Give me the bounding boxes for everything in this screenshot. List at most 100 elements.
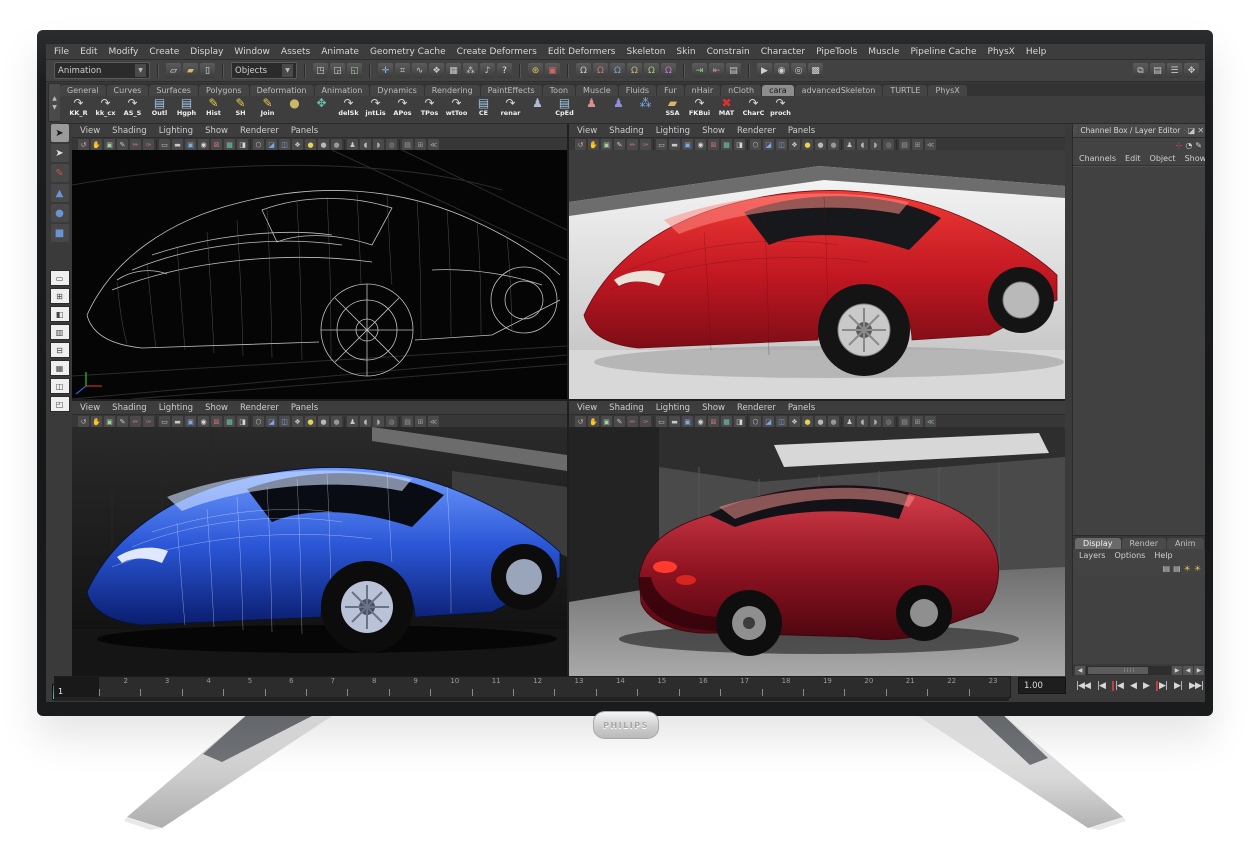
viewport-toolbar-icon[interactable]: ❖: [292, 139, 303, 150]
selection-mask-icon[interactable]: ∿: [412, 63, 427, 78]
snap-magnet-icon[interactable]: Ω: [644, 63, 659, 78]
viewport-toolbar-icon[interactable]: ▤: [899, 139, 910, 150]
shelf-button[interactable]: ✎ SH: [228, 96, 253, 117]
timeline-frame[interactable]: 22: [927, 677, 968, 697]
selection-mask-icon[interactable]: ✛: [378, 63, 393, 78]
viewport-toolbar-icon[interactable]: ▭: [656, 139, 667, 150]
shelf-button[interactable]: ↷ APos: [390, 96, 415, 117]
lock-icon[interactable]: ⊛: [528, 63, 543, 78]
timeline-frame[interactable]: 13: [554, 677, 595, 697]
shelf-tab[interactable]: Deformation: [249, 85, 314, 96]
layout-preset-button[interactable]: ◫: [49, 378, 70, 394]
viewport-toolbar-icon[interactable]: ✎: [614, 416, 625, 427]
viewport-menu-item[interactable]: Show: [205, 126, 228, 136]
viewport-toolbar-icon[interactable]: ▤: [899, 416, 910, 427]
viewport-toolbar-icon[interactable]: ▣: [682, 416, 693, 427]
layout-preset-button[interactable]: ◰: [49, 396, 70, 412]
editor-toggle-icon[interactable]: ⧉: [1133, 63, 1148, 78]
viewport-toolbar-icon[interactable]: ❖: [292, 416, 303, 427]
viewport-toolbar-icon[interactable]: ✋: [588, 139, 599, 150]
shelf-tab[interactable]: Dynamics: [370, 85, 424, 96]
viewport-toolbar-icon[interactable]: ⊞: [415, 416, 426, 427]
menu-item[interactable]: Character: [761, 47, 805, 57]
viewport-toolbar-icon[interactable]: ⬡: [253, 416, 264, 427]
shelf-button[interactable]: ▤ CpEd: [552, 96, 577, 117]
viewport-toolbar-icon[interactable]: ✑: [143, 139, 154, 150]
menu-item[interactable]: Skeleton: [627, 47, 666, 57]
layer-list[interactable]: [1073, 575, 1205, 664]
viewport-toolbar-icon[interactable]: [747, 416, 748, 427]
current-time-field[interactable]: 1.00: [1018, 677, 1066, 694]
range-slider[interactable]: [54, 697, 1009, 701]
viewport-toolbar-icon[interactable]: ⊠: [211, 139, 222, 150]
viewport-toolbar-icon[interactable]: ❖: [789, 416, 800, 427]
selection-mode-icon[interactable]: ◱: [347, 63, 362, 78]
menu-item[interactable]: File: [54, 47, 69, 57]
viewport-toolbar-icon[interactable]: ◫: [279, 416, 290, 427]
file-button-icon[interactable]: ▱: [166, 63, 181, 78]
viewport-toolbar-icon[interactable]: ◉: [198, 416, 209, 427]
scroll-thumb[interactable]: [1088, 666, 1148, 674]
timeline-frame[interactable]: 19: [802, 677, 844, 697]
viewport-canvas-wireframe[interactable]: [72, 150, 567, 399]
viewport-menu-item[interactable]: Panels: [788, 403, 815, 413]
layer-editor-menu-item[interactable]: Options: [1114, 551, 1145, 560]
viewport-toolbar-icon[interactable]: ▣: [185, 416, 196, 427]
shelf-tab[interactable]: Curves: [106, 85, 149, 96]
shelf-button[interactable]: ↷ renar: [498, 96, 523, 117]
menu-item[interactable]: Skin: [676, 47, 695, 57]
viewport-toolbar-icon[interactable]: ▦: [721, 139, 732, 150]
viewport-toolbar-icon[interactable]: ✋: [91, 416, 102, 427]
viewport-toolbar-icon[interactable]: ♟: [844, 139, 855, 150]
viewport-toolbar-icon[interactable]: ◍: [386, 139, 397, 150]
viewport-toolbar-icon[interactable]: ✏: [627, 416, 638, 427]
shelf-button[interactable]: ↷ kk_cx: [93, 96, 118, 117]
layout-preset-button[interactable]: ⊟: [49, 342, 70, 358]
menu-item[interactable]: Help: [1026, 47, 1047, 57]
viewport-toolbar-icon[interactable]: ●: [331, 416, 342, 427]
viewport-toolbar-icon[interactable]: ●: [815, 139, 826, 150]
layer-editor-menu-item[interactable]: Help: [1154, 551, 1172, 560]
channel-box-menu-item[interactable]: Channels: [1079, 154, 1116, 163]
viewport-toolbar-icon[interactable]: ✎: [117, 416, 128, 427]
viewport-toolbar-icon[interactable]: ▣: [682, 139, 693, 150]
timeline-frame[interactable]: 7: [306, 677, 347, 697]
selection-mode-icon[interactable]: ◲: [330, 63, 345, 78]
timeline-frame[interactable]: 8: [347, 677, 388, 697]
viewport-toolbar-icon[interactable]: ↺: [575, 139, 586, 150]
viewport-toolbar-icon[interactable]: ◫: [776, 139, 787, 150]
menu-item[interactable]: Pipeline Cache: [910, 47, 976, 57]
viewport-toolbar-icon[interactable]: ◪: [763, 139, 774, 150]
shelf-tab[interactable]: General: [60, 85, 106, 96]
shelf-button[interactable]: ↷ jntLis: [363, 96, 388, 117]
timeline-frame[interactable]: 16: [678, 677, 720, 697]
viewport-toolbar-icon[interactable]: ◗: [870, 416, 881, 427]
shelf-button[interactable]: ▤ CE: [471, 96, 496, 117]
viewport-toolbar-icon[interactable]: ⊠: [211, 416, 222, 427]
layout-preset-button[interactable]: ◧: [49, 306, 70, 322]
current-frame-marker[interactable]: 1: [55, 677, 99, 697]
viewport-toolbar-icon[interactable]: ◗: [373, 139, 384, 150]
viewport-toolbar-icon[interactable]: ◪: [266, 139, 277, 150]
viewport-menu-item[interactable]: View: [577, 126, 597, 136]
viewport-toolbar-icon[interactable]: ↺: [78, 139, 89, 150]
tool-button[interactable]: ●: [50, 204, 69, 222]
viewport-menu-item[interactable]: Show: [205, 403, 228, 413]
viewport-toolbar-icon[interactable]: ▬: [172, 416, 183, 427]
shelf-button[interactable]: ▤ Outl: [147, 96, 172, 117]
scroll-track[interactable]: [1086, 665, 1171, 675]
viewport-toolbar-icon[interactable]: ●: [828, 416, 839, 427]
shelf-button[interactable]: ↷ wtToo: [444, 96, 469, 117]
viewport-menu-item[interactable]: Lighting: [656, 403, 690, 413]
shelf-tab[interactable]: advancedSkeleton: [794, 85, 883, 96]
viewport-toolbar-icon[interactable]: ●: [331, 139, 342, 150]
pane-right-button[interactable]: ▶: [1194, 665, 1204, 675]
editor-toggle-icon[interactable]: ☰: [1167, 63, 1182, 78]
viewport-toolbar-icon[interactable]: ●: [815, 416, 826, 427]
viewport-toolbar-icon[interactable]: ◖: [360, 416, 371, 427]
viewport-toolbar-icon[interactable]: [399, 139, 400, 150]
timeline-frame[interactable]: 20: [844, 677, 885, 697]
viewport-toolbar-icon[interactable]: [344, 139, 345, 150]
viewport-toolbar-icon[interactable]: ◪: [763, 416, 774, 427]
viewport-toolbar-icon[interactable]: ≪: [925, 139, 936, 150]
